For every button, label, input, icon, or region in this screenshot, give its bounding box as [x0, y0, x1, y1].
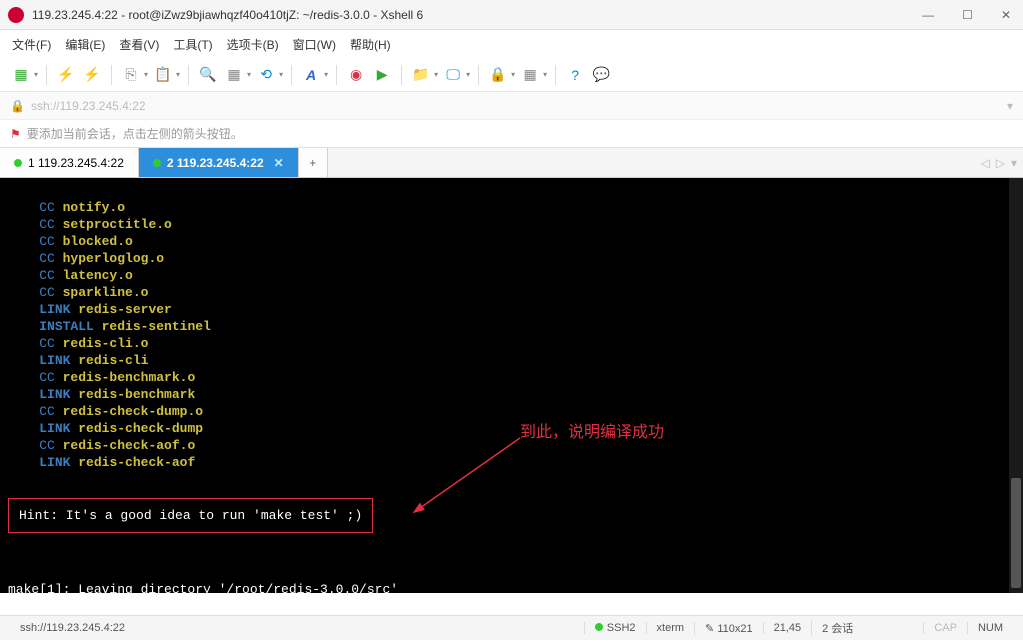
- connect-icon[interactable]: ⚡: [55, 64, 77, 86]
- status-size: ✎ 110x21: [694, 622, 763, 635]
- message-icon[interactable]: 💬: [590, 64, 612, 86]
- hint-box: Hint: It's a good idea to run 'make test…: [8, 488, 1023, 533]
- status-dot-icon: [153, 159, 161, 167]
- status-pos: 21,45: [763, 622, 812, 634]
- title-bar: 119.23.245.4:22 - root@iZwz9bjiawhqzf40o…: [0, 0, 1023, 30]
- status-term: xterm: [646, 622, 695, 634]
- window-controls: — ☐ ✕: [918, 4, 1015, 26]
- toolbar: ▦▾ ⚡ ⚡ ⎘▾ 📋▾ 🔍 ▦▾ ⟲▾ A▾ ◉ ▶ 📁▾ 🖵▾ 🔒▾ ▦▾ …: [0, 58, 1023, 92]
- status-dot-icon: [595, 623, 603, 631]
- dropdown-icon[interactable]: ▾: [176, 70, 180, 79]
- status-bar: ssh://119.23.245.4:22 SSH2 xterm ✎ 110x2…: [0, 615, 1023, 640]
- font-icon[interactable]: A: [300, 64, 322, 86]
- status-protocol: SSH2: [584, 622, 646, 634]
- plus-icon: +: [309, 156, 316, 170]
- separator: [188, 65, 189, 85]
- make-leaving-line: make[1]: Leaving directory '/root/redis-…: [8, 581, 1023, 593]
- terminal[interactable]: CC notify.o CC setproctitle.o CC blocked…: [0, 178, 1023, 593]
- scrollbar-thumb[interactable]: [1011, 478, 1021, 588]
- menu-view[interactable]: 查看(V): [119, 36, 159, 53]
- play-icon[interactable]: ▶: [371, 64, 393, 86]
- scrollbar[interactable]: [1009, 178, 1023, 593]
- minimize-button[interactable]: —: [918, 4, 938, 26]
- menu-tab[interactable]: 选项卡(B): [227, 36, 279, 53]
- paste-icon[interactable]: 📋: [152, 64, 174, 86]
- menu-window[interactable]: 窗口(W): [293, 36, 336, 53]
- dropdown-icon[interactable]: ▾: [434, 70, 438, 79]
- dropdown-icon[interactable]: ▾: [543, 70, 547, 79]
- dropdown-icon[interactable]: ▾: [144, 70, 148, 79]
- address-text[interactable]: ssh://119.23.245.4:22: [31, 99, 1001, 113]
- status-dot-icon: [14, 159, 22, 167]
- flag-icon: ⚑: [10, 127, 21, 141]
- maximize-button[interactable]: ☐: [958, 4, 977, 26]
- menu-file[interactable]: 文件(F): [12, 36, 51, 53]
- tab-2[interactable]: 2 119.23.245.4:22 ✕: [139, 148, 299, 177]
- dropdown-icon[interactable]: ▾: [279, 70, 283, 79]
- status-sessions: 2 会话: [811, 620, 863, 636]
- lock-icon: 🔒: [10, 99, 25, 113]
- address-bar: 🔒 ssh://119.23.245.4:22 ▾: [0, 92, 1023, 120]
- record-icon[interactable]: ◉: [345, 64, 367, 86]
- tab-menu-icon[interactable]: ▾: [1011, 156, 1017, 170]
- menu-tools[interactable]: 工具(T): [173, 36, 212, 53]
- menu-bar: 文件(F) 编辑(E) 查看(V) 工具(T) 选项卡(B) 窗口(W) 帮助(…: [0, 30, 1023, 58]
- disconnect-icon[interactable]: ⚡: [81, 64, 103, 86]
- info-text: 要添加当前会话，点击左侧的箭头按钮。: [27, 125, 243, 142]
- dropdown-icon[interactable]: ▾: [466, 70, 470, 79]
- status-cap: CAP: [923, 622, 967, 634]
- separator: [46, 65, 47, 85]
- copy-icon[interactable]: ⎘: [120, 64, 142, 86]
- window-title: 119.23.245.4:22 - root@iZwz9bjiawhqzf40o…: [32, 8, 918, 22]
- status-num: NUM: [967, 622, 1013, 634]
- status-connection: ssh://119.23.245.4:22: [10, 622, 584, 634]
- lock-icon[interactable]: 🔒: [487, 64, 509, 86]
- tab-1[interactable]: 1 119.23.245.4:22: [0, 148, 139, 177]
- separator: [291, 65, 292, 85]
- info-bar: ⚑ 要添加当前会话，点击左侧的箭头按钮。: [0, 120, 1023, 148]
- separator: [401, 65, 402, 85]
- tab-prev-icon[interactable]: ◁: [981, 156, 990, 170]
- search-icon[interactable]: 🔍: [197, 64, 219, 86]
- tab-nav: ◁ ▷ ▾: [981, 148, 1018, 177]
- tab-next-icon[interactable]: ▷: [996, 156, 1005, 170]
- menu-edit[interactable]: 编辑(E): [65, 36, 105, 53]
- tab-bar: 1 119.23.245.4:22 2 119.23.245.4:22 ✕ + …: [0, 148, 1023, 178]
- sync-icon[interactable]: ⟲: [255, 64, 277, 86]
- dropdown-icon[interactable]: ▾: [324, 70, 328, 79]
- dropdown-icon[interactable]: ▾: [511, 70, 515, 79]
- app-icon: [8, 7, 24, 23]
- tab-add[interactable]: +: [299, 148, 328, 177]
- tab-label: 1 119.23.245.4:22: [28, 156, 124, 170]
- layout-icon[interactable]: ▦: [223, 64, 245, 86]
- separator: [336, 65, 337, 85]
- separator: [478, 65, 479, 85]
- dropdown-icon[interactable]: ▾: [1007, 99, 1013, 113]
- help-icon[interactable]: ?: [564, 64, 586, 86]
- folder-icon[interactable]: 📁: [410, 64, 432, 86]
- terminal-output: CC notify.o CC setproctitle.o CC blocked…: [8, 199, 1023, 471]
- separator: [555, 65, 556, 85]
- menu-help[interactable]: 帮助(H): [350, 36, 391, 53]
- tab-close-icon[interactable]: ✕: [274, 156, 284, 170]
- separator: [111, 65, 112, 85]
- grid-icon[interactable]: ▦: [519, 64, 541, 86]
- screen-icon[interactable]: 🖵: [442, 64, 464, 86]
- annotation-text: 到此，说明编译成功: [520, 424, 664, 441]
- close-button[interactable]: ✕: [997, 4, 1015, 26]
- new-session-icon[interactable]: ▦: [10, 64, 32, 86]
- tab-label: 2 119.23.245.4:22: [167, 156, 264, 170]
- dropdown-icon[interactable]: ▾: [247, 70, 251, 79]
- dropdown-icon[interactable]: ▾: [34, 70, 38, 79]
